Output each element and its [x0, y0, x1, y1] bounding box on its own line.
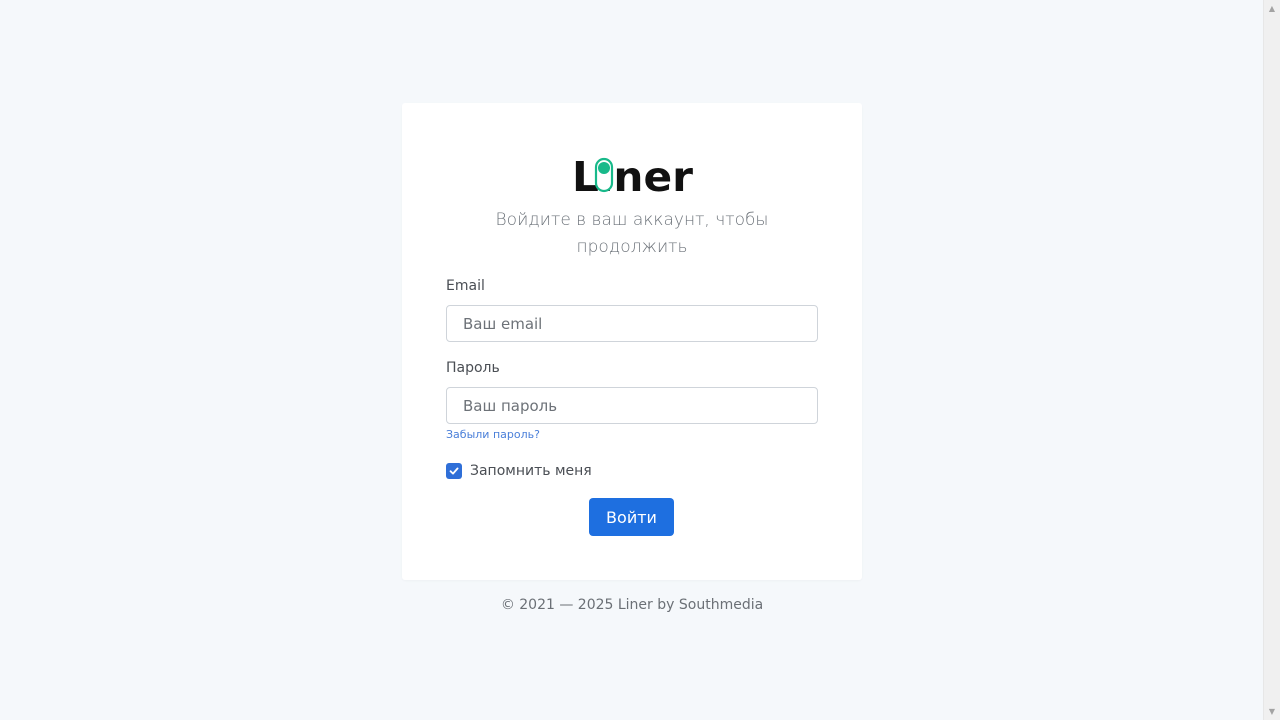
password-field[interactable]	[446, 387, 818, 424]
forgot-password-link[interactable]: Забыли пароль?	[446, 428, 540, 441]
logo-wordmark: Liner	[572, 157, 693, 197]
email-field[interactable]	[446, 305, 818, 342]
scroll-up-arrow-icon[interactable]: ▲	[1264, 0, 1280, 17]
login-card: Liner Войдите в ваш аккаунт, чтобы продо…	[402, 103, 862, 580]
password-label: Пароль	[446, 360, 500, 376]
email-label: Email	[446, 278, 485, 294]
login-button[interactable]: Войти	[589, 498, 674, 536]
scroll-down-arrow-icon[interactable]: ▼	[1264, 703, 1280, 720]
check-icon	[449, 467, 459, 475]
remember-me-label: Запомнить меня	[470, 463, 592, 479]
remember-me-checkbox[interactable]	[446, 463, 462, 479]
page-scrollbar[interactable]: ▲ ▼	[1263, 0, 1280, 720]
remember-me[interactable]: Запомнить меня	[446, 463, 592, 479]
liner-logo: Liner	[572, 157, 693, 197]
copyright-footer: © 2021 — 2025 Liner by Southmedia	[500, 597, 764, 613]
login-page: Liner Войдите в ваш аккаунт, чтобы продо…	[0, 0, 1280, 720]
login-subtitle: Войдите в ваш аккаунт, чтобы продолжить	[495, 210, 769, 257]
